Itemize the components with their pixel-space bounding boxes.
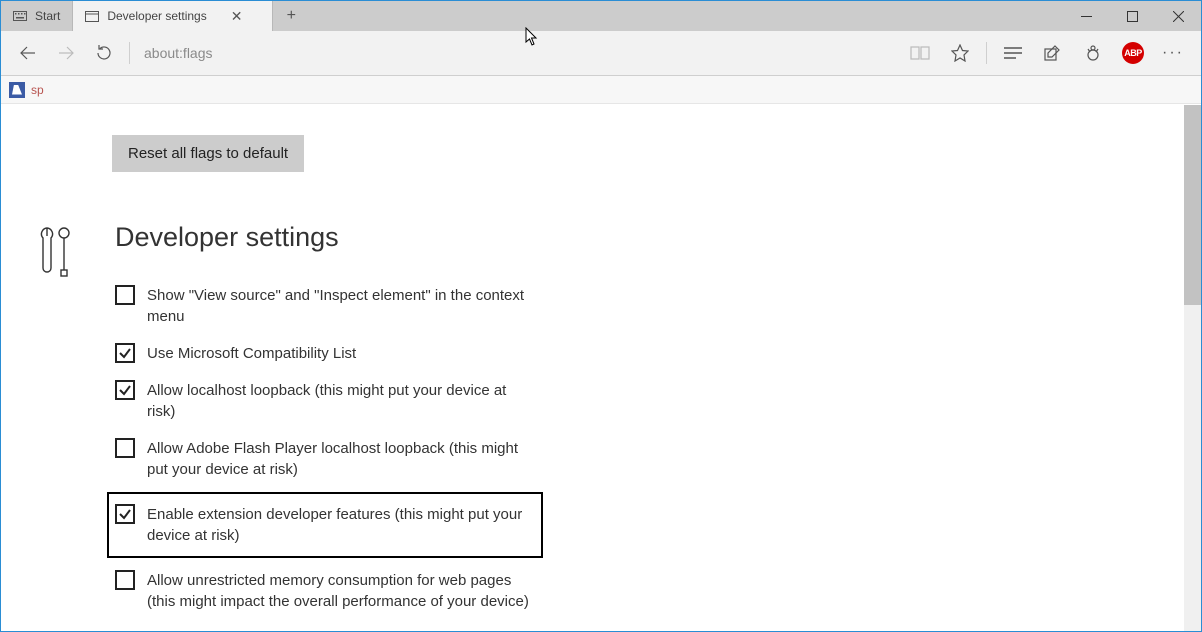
option-label: Allow unrestricted memory consumption fo… — [147, 570, 535, 612]
abp-icon[interactable]: ABP — [1113, 34, 1153, 72]
checkbox[interactable] — [115, 285, 135, 305]
share-icon[interactable] — [1073, 34, 1113, 72]
ext-item-icon[interactable] — [9, 82, 25, 98]
window-icon — [85, 11, 99, 22]
close-tab-icon[interactable]: ✕ — [231, 8, 243, 25]
wrench-icon — [37, 226, 77, 283]
option-label: Show "View source" and "Inspect element"… — [147, 285, 535, 327]
option-row: Use Microsoft Compatibility List — [115, 335, 535, 372]
toolbar: about:flags ABP ··· — [1, 31, 1201, 76]
option-label: Allow localhost loopback (this might put… — [147, 380, 535, 422]
checkbox[interactable] — [115, 504, 135, 524]
back-button[interactable] — [9, 34, 47, 72]
checkbox[interactable] — [115, 570, 135, 590]
scrollbar-thumb[interactable] — [1184, 105, 1201, 305]
option-row: Allow Adobe Flash Player localhost loopb… — [115, 430, 535, 488]
tab-developer-settings[interactable]: Developer settings ✕ — [73, 1, 273, 31]
titlebar: Start Developer settings ✕ + — [1, 1, 1201, 31]
window-controls — [1063, 1, 1201, 31]
address-text: about:flags — [144, 45, 213, 61]
tab-start[interactable]: Start — [1, 1, 73, 31]
ext-item-label[interactable]: sp — [31, 83, 44, 97]
extension-bar: sp — [1, 76, 1201, 104]
address-bar[interactable]: about:flags — [136, 45, 213, 61]
checkbox[interactable] — [115, 380, 135, 400]
content-area: Reset all flags to default Developer set… — [1, 105, 1201, 631]
tab-label: Developer settings — [107, 9, 206, 23]
refresh-button[interactable] — [85, 34, 123, 72]
option-row: Show "View source" and "Inspect element"… — [115, 277, 535, 335]
checkbox[interactable] — [115, 438, 135, 458]
keyboard-icon — [13, 11, 27, 21]
more-icon[interactable]: ··· — [1153, 34, 1193, 72]
new-tab-button[interactable]: + — [273, 1, 309, 31]
forward-button[interactable] — [47, 34, 85, 72]
option-row: Allow localhost loopback (this might put… — [115, 372, 535, 430]
checkbox[interactable] — [115, 343, 135, 363]
favorite-icon[interactable] — [940, 34, 980, 72]
notes-icon[interactable] — [1033, 34, 1073, 72]
page-heading: Developer settings — [115, 222, 535, 253]
divider — [129, 42, 130, 64]
option-row: Enable extension developer features (thi… — [107, 492, 543, 558]
option-label: Enable extension developer features (thi… — [147, 504, 535, 546]
reading-list-icon[interactable] — [993, 34, 1033, 72]
option-label: Use Microsoft Compatibility List — [147, 343, 356, 364]
maximize-button[interactable] — [1109, 1, 1155, 31]
reset-flags-button[interactable]: Reset all flags to default — [112, 135, 304, 172]
option-label: Allow Adobe Flash Player localhost loopb… — [147, 438, 535, 480]
reading-view-icon[interactable] — [900, 34, 940, 72]
tab-label: Start — [35, 9, 60, 23]
divider — [986, 42, 987, 64]
option-row: Allow unrestricted memory consumption fo… — [115, 562, 535, 620]
abp-badge: ABP — [1122, 42, 1144, 64]
minimize-button[interactable] — [1063, 1, 1109, 31]
close-window-button[interactable] — [1155, 1, 1201, 31]
